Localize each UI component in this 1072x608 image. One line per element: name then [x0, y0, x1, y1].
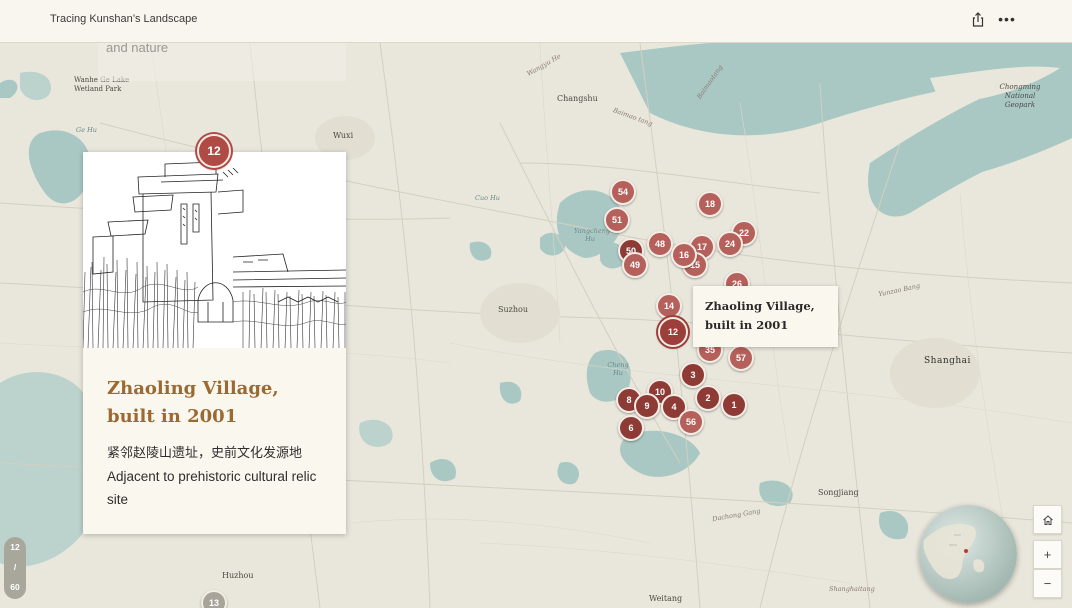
- zoom-out-button[interactable]: −: [1033, 569, 1062, 598]
- map-marker[interactable]: 9: [634, 393, 660, 419]
- map-marker[interactable]: 51: [604, 207, 630, 233]
- place-cuohu: Cuo Hu: [475, 194, 500, 202]
- zoom-in-button[interactable]: +: [1033, 540, 1062, 569]
- app-title: Tracing Kunshan’s Landscape: [50, 13, 198, 25]
- place-wuxi: Wuxi: [333, 131, 354, 140]
- village-sketch-image: [83, 152, 346, 348]
- map-marker[interactable]: 57: [728, 345, 754, 371]
- previous-story-card: and nature: [98, 43, 346, 81]
- top-bar: Tracing Kunshan’s Landscape •••: [0, 0, 1072, 43]
- road-shanghaitang: Shanghaitang: [829, 585, 875, 593]
- card-description-chinese: 紧邻赵陵山遗址，史前文化发源地: [107, 446, 303, 461]
- map-marker[interactable]: 16: [671, 242, 697, 268]
- overview-globe[interactable]: [919, 505, 1017, 603]
- map-view[interactable]: Changshu Wuxi Suzhou Shanghai Songjiang …: [0, 43, 1072, 608]
- map-marker[interactable]: 49: [622, 252, 648, 278]
- place-songjiang: Songjiang: [818, 488, 859, 497]
- marker-tooltip: Zhaoling Village, built in 2001: [693, 286, 838, 347]
- story-pager[interactable]: 12 / 60: [4, 537, 26, 599]
- place-shanghai: Shanghai: [924, 356, 971, 366]
- map-marker[interactable]: 48: [647, 231, 673, 257]
- map-marker[interactable]: 18: [697, 191, 723, 217]
- share-icon[interactable]: [968, 10, 988, 30]
- pager-total: 60: [10, 582, 20, 592]
- place-chenghu: Cheng Hu: [607, 361, 629, 377]
- pager-current: 12: [10, 542, 20, 552]
- map-marker[interactable]: 6: [618, 415, 644, 441]
- place-weitang: Weitang: [649, 594, 683, 603]
- previous-card-text: and nature: [106, 43, 169, 55]
- place-huzhou: Huzhou: [222, 571, 254, 580]
- map-marker[interactable]: 24: [717, 231, 743, 257]
- card-description-english: Adjacent to prehistoric cultural relic s…: [107, 469, 317, 507]
- map-marker[interactable]: 3: [680, 362, 706, 388]
- pager-separator: /: [13, 562, 17, 572]
- map-marker-active[interactable]: 12: [658, 317, 688, 347]
- map-marker[interactable]: 2: [695, 385, 721, 411]
- map-marker[interactable]: 14: [656, 293, 682, 319]
- place-changshu: Changshu: [557, 94, 598, 103]
- story-card: Zhaoling Village, built in 2001 紧邻赵陵山遗址，…: [83, 152, 346, 534]
- home-icon: [1042, 515, 1053, 525]
- more-options-icon[interactable]: •••: [996, 10, 1018, 30]
- card-heading: Zhaoling Village, built in 2001: [107, 378, 279, 427]
- map-marker[interactable]: 54: [610, 179, 636, 205]
- place-gehu: Ge Hu: [76, 126, 97, 134]
- place-yangcheng: Yangcheng Hu: [574, 227, 611, 243]
- place-chongming: Chongming National Geopark: [999, 83, 1041, 109]
- place-suzhou: Suzhou: [498, 305, 528, 314]
- home-button[interactable]: [1033, 505, 1062, 534]
- card-marker-current[interactable]: 12: [197, 134, 231, 168]
- map-marker[interactable]: 56: [678, 409, 704, 435]
- map-marker[interactable]: 1: [721, 392, 747, 418]
- place-wetland-name: Wetland Park: [74, 85, 122, 93]
